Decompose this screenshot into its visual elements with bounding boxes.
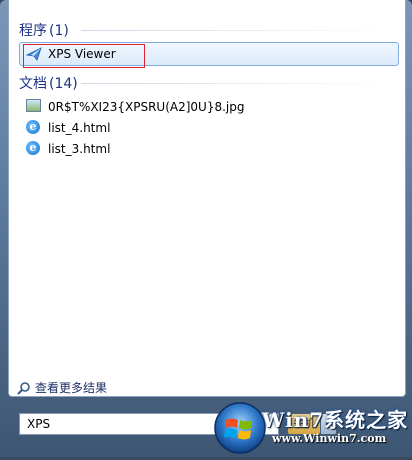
ie-html-icon: e <box>26 120 42 136</box>
result-item-list-4-html[interactable]: e list_4.html <box>20 118 110 138</box>
result-item-image-file[interactable]: 0R$T%XI23{XPSRU(A2]0U}8.jpg <box>20 97 244 117</box>
result-item-label: 0R$T%XI23{XPSRU(A2]0U}8.jpg <box>48 100 245 114</box>
see-more-label: 查看更多结果 <box>35 381 108 395</box>
documents-header-label: 文档 <box>19 76 47 92</box>
see-more-results-link[interactable]: 查看更多结果 <box>17 379 107 396</box>
watermark-url: www.Winwin7.com <box>272 432 387 445</box>
image-file-icon <box>26 99 42 115</box>
programs-count: (1) <box>49 23 69 39</box>
search-results-panel: 程序 (1) XPS Viewer 文档 (14) 0R$T%XI23{XPSRU(… <box>8 0 406 397</box>
documents-divider <box>81 83 393 84</box>
result-item-label: list_4.html <box>48 121 111 135</box>
windows-logo-icon <box>214 402 266 454</box>
programs-divider <box>81 30 393 31</box>
result-item-label: XPS Viewer <box>48 47 116 61</box>
site-watermark: Win7系统之家 www.Winwin7.com <box>262 402 412 457</box>
result-item-xps-viewer[interactable]: XPS Viewer <box>19 42 399 66</box>
result-item-list-3-html[interactable]: e list_3.html <box>20 139 110 159</box>
watermark-title: Win7系统之家 <box>262 408 409 432</box>
programs-header-label: 程序 <box>19 23 47 39</box>
programs-group-header[interactable]: 程序 (1) <box>19 20 69 40</box>
xps-viewer-icon <box>25 46 42 62</box>
result-item-label: list_3.html <box>48 142 111 156</box>
search-icon <box>17 381 31 395</box>
start-button[interactable] <box>212 400 268 456</box>
documents-count: (14) <box>49 76 78 92</box>
documents-group-header[interactable]: 文档 (14) <box>19 73 78 93</box>
ie-html-icon: e <box>26 141 42 157</box>
